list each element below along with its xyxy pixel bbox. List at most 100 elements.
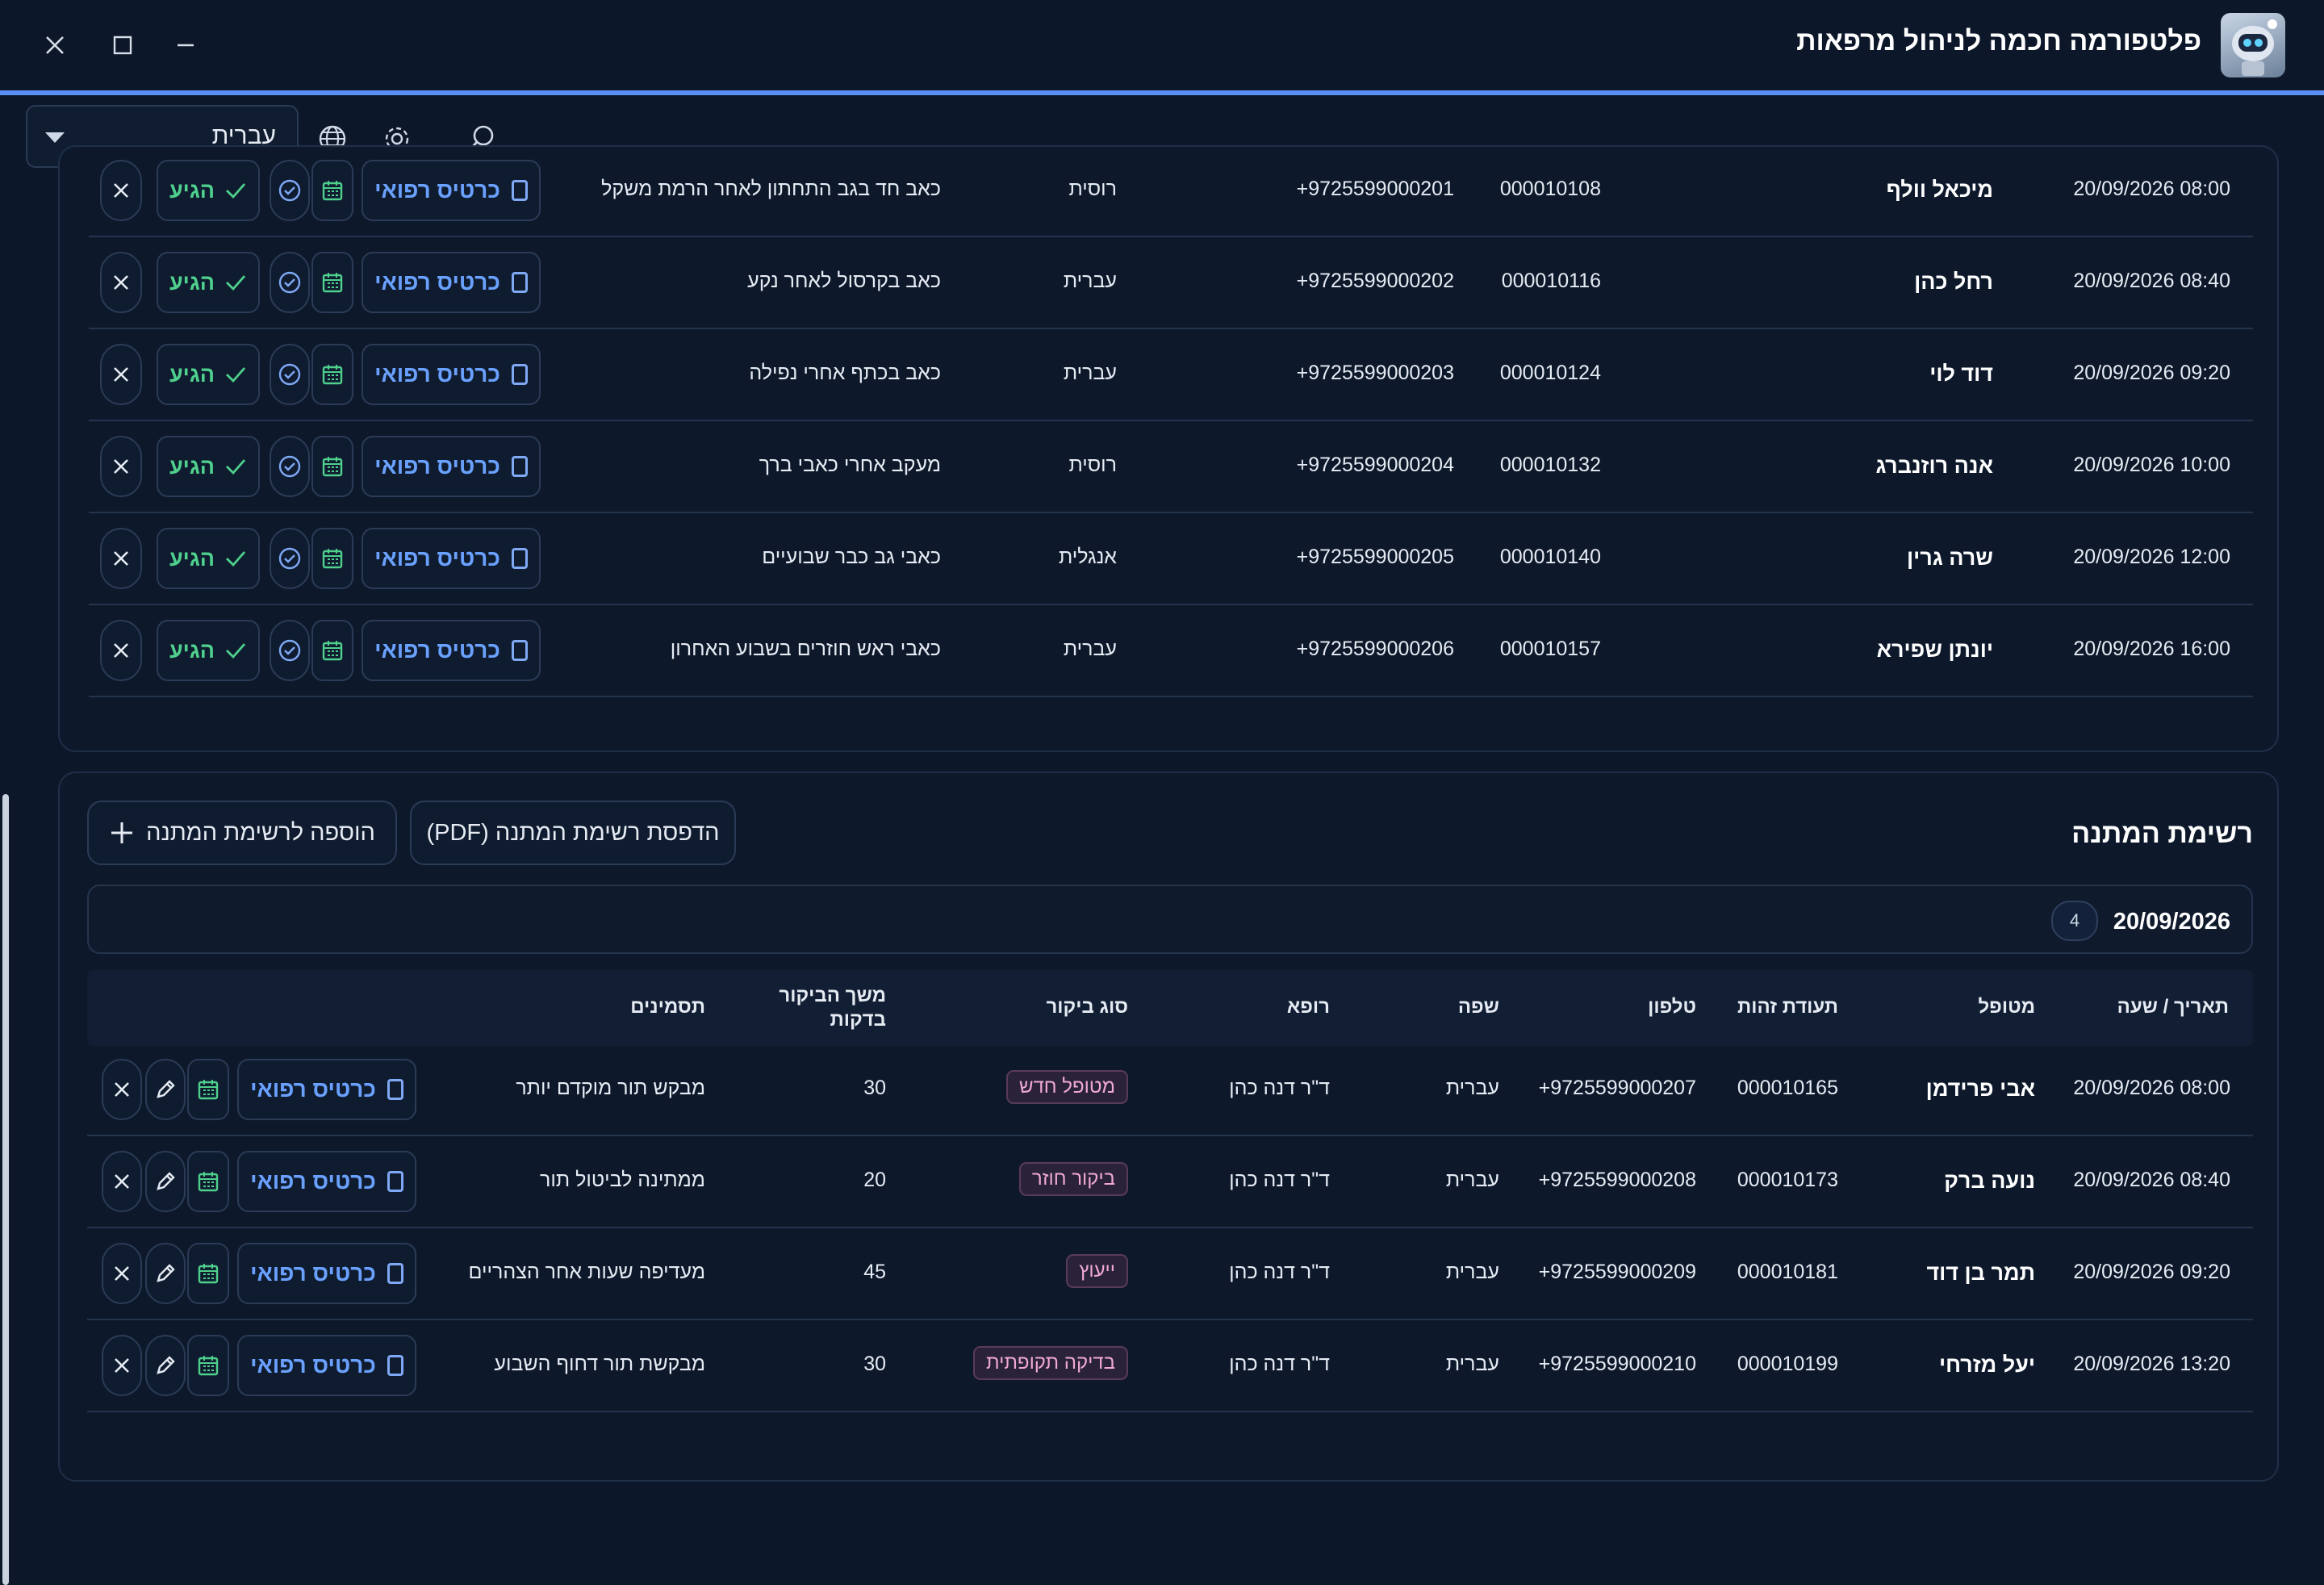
appointment-patient[interactable]: יונתן שפירא	[1877, 638, 1993, 663]
maximize-icon	[113, 36, 132, 55]
cancel-appointment-button[interactable]	[100, 160, 142, 221]
schedule-button[interactable]	[311, 252, 353, 313]
check-circle-icon	[278, 271, 301, 294]
plus-icon	[111, 822, 133, 843]
cancel-appointment-button[interactable]	[100, 344, 142, 405]
minimize-window-button[interactable]	[161, 23, 210, 68]
medical-card-button[interactable]: כרטיס רפואי	[237, 1151, 416, 1212]
remove-from-waitlist-button[interactable]	[102, 1151, 142, 1212]
waitlist-patient[interactable]: תמר בן דוד	[1926, 1261, 2035, 1286]
confirm-button[interactable]	[270, 344, 310, 405]
waitlist-phone: +9725599000209	[1538, 1261, 1696, 1283]
calendar-icon	[198, 1356, 219, 1376]
cancel-appointment-button[interactable]	[100, 620, 142, 681]
waitlist-notes: מבקש תור מוקדם יותר	[516, 1077, 705, 1099]
cancel-appointment-button[interactable]	[100, 436, 142, 497]
header-notes: תסמינים	[630, 996, 705, 1018]
appointment-phone: +9725599000206	[1296, 638, 1454, 660]
arrived-label: הגיע	[169, 638, 215, 663]
arrived-button[interactable]: הגיע	[157, 160, 260, 221]
appointment-language: רוסית	[1068, 454, 1117, 476]
schedule-button[interactable]	[311, 344, 353, 405]
calendar-icon	[322, 181, 343, 201]
medical-card-button[interactable]: כרטיס רפואי	[362, 528, 541, 589]
schedule-button[interactable]	[187, 1151, 229, 1212]
confirm-button[interactable]	[270, 160, 310, 221]
schedule-button[interactable]	[187, 1335, 229, 1396]
document-icon	[511, 180, 528, 201]
appointment-patient[interactable]: שרה גרין	[1907, 546, 1993, 571]
close-icon	[115, 1174, 129, 1189]
scrollbar-thumb[interactable]	[2, 794, 9, 1585]
group-count-badge: 4	[2051, 901, 2098, 941]
waitlist-row: 20/09/2026 08:40 נועה ברק 000010173 +972…	[87, 1138, 2253, 1228]
waitlist-table-header: תאריך / שעה מטופל תעודת זהות טלפון שפה ר…	[87, 970, 2253, 1046]
appointment-datetime: 20/09/2026 08:00	[2073, 178, 2230, 200]
edit-button[interactable]	[145, 1243, 186, 1304]
appointment-patient[interactable]: רחל כהן	[1914, 270, 1993, 295]
add-to-waitlist-button[interactable]: הוספה לרשימת המתנה	[87, 801, 397, 865]
waitlist-patient[interactable]: נועה ברק	[1944, 1169, 2035, 1194]
medical-card-button[interactable]: כרטיס רפואי	[362, 344, 541, 405]
app-title: פלטפורמה חכמה לניהול מרפאות	[1796, 26, 2201, 56]
arrived-button[interactable]: הגיע	[157, 528, 260, 589]
document-icon	[511, 640, 528, 661]
waitlist-datetime: 20/09/2026 08:40	[2073, 1169, 2230, 1191]
medical-card-button[interactable]: כרטיס רפואי	[237, 1335, 416, 1396]
confirm-button[interactable]	[270, 436, 310, 497]
appointment-patient[interactable]: דוד לוי	[1929, 362, 1993, 387]
schedule-button[interactable]	[311, 620, 353, 681]
cancel-appointment-button[interactable]	[100, 252, 142, 313]
waitlist-doctor: ד"ר דנה כהן	[1229, 1077, 1330, 1099]
appointment-phone: +9725599000204	[1296, 454, 1454, 476]
close-window-button[interactable]	[31, 23, 79, 68]
waitlist-patient[interactable]: אבי פרידמן	[1926, 1077, 2035, 1102]
medical-card-button[interactable]: כרטיס רפואי	[362, 620, 541, 681]
appointment-id-number: 000010124	[1499, 362, 1601, 384]
vertical-scrollbar[interactable]	[0, 181, 11, 1585]
calendar-icon	[322, 365, 343, 385]
waitlist-patient[interactable]: יעל מזרחי	[1939, 1353, 2035, 1378]
medical-card-button[interactable]: כרטיס רפואי	[362, 436, 541, 497]
arrived-button[interactable]: הגיע	[157, 344, 260, 405]
arrived-label: הגיע	[169, 546, 215, 571]
edit-button[interactable]	[145, 1151, 186, 1212]
edit-button[interactable]	[145, 1059, 186, 1120]
print-waitlist-button[interactable]: הדפסת רשימת המתנה (PDF)	[410, 801, 736, 865]
confirm-button[interactable]	[270, 620, 310, 681]
confirm-button[interactable]	[270, 252, 310, 313]
edit-button[interactable]	[145, 1335, 186, 1396]
appointment-patient[interactable]: אנה רוזנברג	[1876, 454, 1993, 479]
maximize-window-button[interactable]	[98, 23, 147, 68]
schedule-button[interactable]	[311, 436, 353, 497]
remove-from-waitlist-button[interactable]	[102, 1059, 142, 1120]
medical-card-button[interactable]: כרטיס רפואי	[237, 1059, 416, 1120]
waitlist-id-number: 000010199	[1737, 1353, 1838, 1375]
remove-from-waitlist-button[interactable]	[102, 1335, 142, 1396]
medical-card-button[interactable]: כרטיס רפואי	[237, 1243, 416, 1304]
arrived-button[interactable]: הגיע	[157, 436, 260, 497]
schedule-button[interactable]	[311, 160, 353, 221]
close-icon	[115, 1082, 129, 1097]
cancel-appointment-button[interactable]	[100, 528, 142, 589]
document-icon	[511, 364, 528, 385]
waitlist-duration: 30	[863, 1353, 886, 1375]
schedule-button[interactable]	[311, 528, 353, 589]
close-icon	[114, 551, 128, 566]
appointment-patient[interactable]: מיכאל וולף	[1887, 178, 1993, 203]
waitlist-date-group[interactable]: 20/09/2026 4	[87, 885, 2253, 954]
visit-type-badge: ייעוץ	[1066, 1254, 1128, 1288]
arrived-button[interactable]: הגיע	[157, 620, 260, 681]
arrived-button[interactable]: הגיע	[157, 252, 260, 313]
medical-card-button[interactable]: כרטיס רפואי	[362, 252, 541, 313]
header-datetime: תאריך / שעה	[2117, 996, 2229, 1018]
schedule-button[interactable]	[187, 1059, 229, 1120]
medical-card-button[interactable]: כרטיס רפואי	[362, 160, 541, 221]
calendar-icon	[198, 1172, 219, 1192]
waitlist-row: 20/09/2026 09:20 תמר בן דוד 000010181 +9…	[87, 1230, 2253, 1320]
schedule-button[interactable]	[187, 1243, 229, 1304]
header-id-number: תעודת זהות	[1737, 996, 1838, 1018]
calendar-icon	[322, 641, 343, 661]
remove-from-waitlist-button[interactable]	[102, 1243, 142, 1304]
confirm-button[interactable]	[270, 528, 310, 589]
